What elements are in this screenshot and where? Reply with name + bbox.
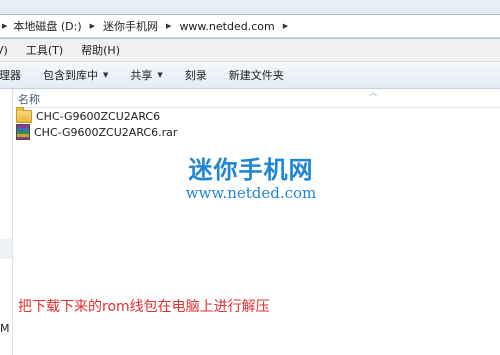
rar-archive-icon [16, 124, 30, 140]
command-toolbar: 理器 包含到库中 ▼ 共享 ▼ 刻录 新建文件夹 [0, 62, 500, 89]
breadcrumb-current-folder[interactable]: www.netded.com ▶ [175, 15, 292, 37]
sort-caret-icon: ︿ [369, 88, 377, 97]
chevron-down-icon: ▼ [103, 71, 109, 79]
instruction-caption: 把下载下来的rom线包在电脑上进行解压 [18, 299, 270, 315]
folder-icon [16, 106, 32, 123]
address-bar[interactable]: ▶ 本地磁盘 (D:) ▶ 迷你手机网 ▶ www.netded.com ▶ [0, 14, 500, 38]
navigation-pane-label: M [0, 322, 10, 335]
share-button[interactable]: 共享 ▼ [130, 67, 162, 83]
watermark-url: www.netded.com [185, 184, 317, 202]
include-in-library-button[interactable]: 包含到库中 ▼ [43, 67, 108, 83]
menu-bar: V) 工具(T) 帮助(H) [0, 39, 500, 62]
menu-tools[interactable]: 工具(T) [17, 42, 72, 58]
new-folder-label: 新建文件夹 [228, 69, 284, 82]
burn-button[interactable]: 刻录 [185, 67, 207, 83]
address-bar-area: ▶ 本地磁盘 (D:) ▶ 迷你手机网 ▶ www.netded.com ▶ [0, 0, 500, 39]
menu-help[interactable]: 帮助(H) [72, 42, 129, 58]
breadcrumb-arrow-icon[interactable]: ▶ [162, 22, 175, 30]
breadcrumb-local-disk[interactable]: 本地磁盘 (D:) ▶ [9, 15, 99, 37]
burn-label: 刻录 [184, 69, 207, 82]
include-in-library-label: 包含到库中 [43, 69, 98, 82]
column-header: 名称 ︿ [13, 88, 500, 108]
breadcrumb-site-folder[interactable]: 迷你手机网 ▶ [99, 15, 175, 37]
breadcrumb-label: www.netded.com [179, 19, 275, 33]
column-header-name[interactable]: 名称 [18, 91, 40, 107]
file-name: CHC-G9600ZCU2ARC6.rar [34, 125, 178, 139]
watermark-logo: 迷你手机网 [188, 156, 314, 184]
new-folder-button[interactable]: 新建文件夹 [229, 67, 284, 83]
file-name: CHC-G9600ZCU2ARC6 [36, 109, 161, 123]
breadcrumb-label: 迷你手机网 [103, 20, 159, 33]
share-label: 共享 [130, 69, 153, 82]
breadcrumb-arrow-icon[interactable]: ▶ [279, 22, 292, 30]
navigation-pane-selected-band [0, 239, 12, 259]
navigation-pane[interactable] [0, 89, 13, 355]
breadcrumb-label: 本地磁盘 (D:) [13, 20, 82, 33]
menu-view[interactable]: V) [0, 44, 17, 57]
chevron-down-icon: ▼ [157, 71, 163, 79]
organize-label: 理器 [0, 69, 21, 82]
organize-button[interactable]: 理器 [0, 67, 21, 83]
file-list-item[interactable]: CHC-G9600ZCU2ARC6.rar [16, 124, 177, 140]
breadcrumb-arrow-icon[interactable]: ▶ [0, 22, 9, 30]
breadcrumb-arrow-icon[interactable]: ▶ [86, 22, 99, 30]
file-list-item[interactable]: CHC-G9600ZCU2ARC6 [16, 106, 161, 124]
